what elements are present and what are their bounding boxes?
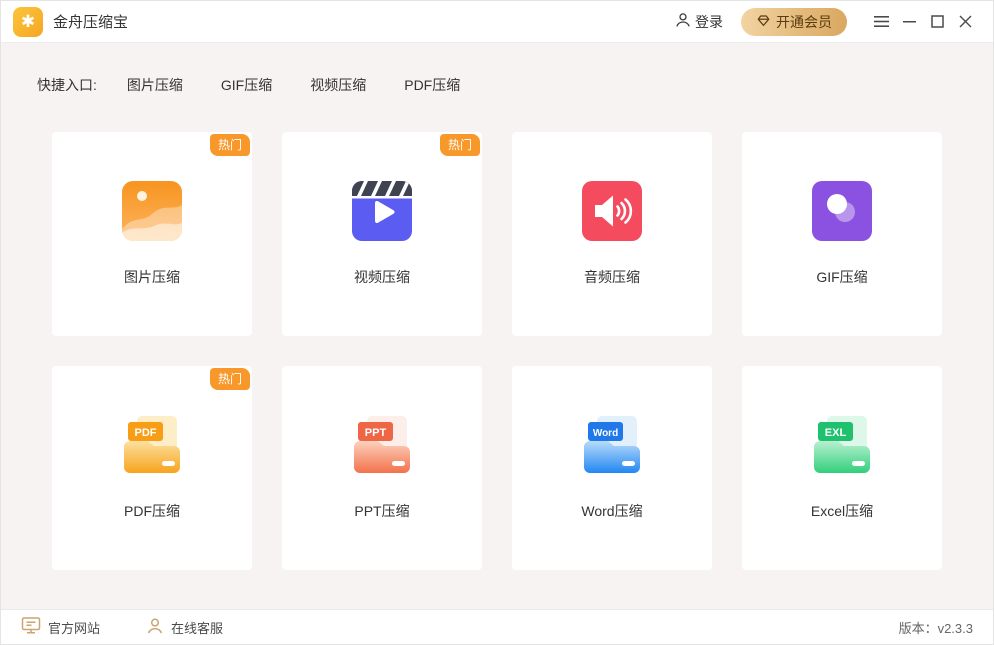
card-word-compress[interactable]: Word Word压缩 bbox=[512, 366, 712, 570]
quick-link-pdf[interactable]: PDF压缩 bbox=[404, 75, 460, 95]
card-label: 图片压缩 bbox=[124, 267, 180, 287]
user-icon bbox=[675, 12, 691, 31]
audio-icon bbox=[582, 181, 642, 246]
image-icon bbox=[122, 181, 182, 246]
svg-text:Word: Word bbox=[593, 428, 618, 439]
quick-link-video[interactable]: 视频压缩 bbox=[310, 75, 366, 95]
online-support-label: 在线客服 bbox=[171, 618, 223, 637]
svg-text:PDF: PDF bbox=[135, 427, 157, 439]
official-website-link[interactable]: 官方网站 bbox=[21, 616, 100, 638]
titlebar: ✱ 金舟压缩宝 登录 开通会员 bbox=[1, 1, 993, 43]
version-label: 版本：v2.3.3 bbox=[899, 618, 973, 637]
hot-badge: 热门 bbox=[210, 134, 250, 156]
card-label: PPT压缩 bbox=[354, 501, 409, 521]
ppt-folder-icon: PPT bbox=[351, 415, 413, 480]
titlebar-right: 登录 开通会员 bbox=[675, 8, 979, 36]
quick-entry-label: 快捷入口: bbox=[37, 75, 97, 95]
card-label: GIF压缩 bbox=[816, 267, 867, 287]
gif-icon bbox=[812, 181, 872, 246]
card-label: 音频压缩 bbox=[584, 267, 640, 287]
vip-upgrade-button[interactable]: 开通会员 bbox=[741, 8, 847, 36]
vip-label: 开通会员 bbox=[776, 12, 832, 32]
card-pdf-compress[interactable]: 热门 PDF PDF压缩 bbox=[52, 366, 252, 570]
card-video-compress[interactable]: 热门 bbox=[282, 132, 482, 336]
maximize-icon bbox=[931, 15, 944, 28]
app-window: ✱ 金舟压缩宝 登录 开通会员 bbox=[0, 0, 994, 645]
quick-link-image[interactable]: 图片压缩 bbox=[127, 75, 183, 95]
app-title: 金舟压缩宝 bbox=[53, 11, 128, 32]
card-label: Word压缩 bbox=[581, 501, 642, 521]
maximize-button[interactable] bbox=[923, 8, 951, 36]
close-button[interactable] bbox=[951, 8, 979, 36]
card-label: PDF压缩 bbox=[124, 501, 180, 521]
quick-link-gif[interactable]: GIF压缩 bbox=[221, 75, 272, 95]
word-folder-icon: Word bbox=[581, 415, 643, 480]
quick-entry-row: 快捷入口: 图片压缩 GIF压缩 视频压缩 PDF压缩 bbox=[1, 43, 993, 95]
logo-glyph: ✱ bbox=[21, 12, 35, 32]
login-button[interactable]: 登录 bbox=[675, 12, 723, 32]
card-gif-compress[interactable]: GIF压缩 bbox=[742, 132, 942, 336]
login-label: 登录 bbox=[695, 12, 723, 32]
app-logo-icon: ✱ bbox=[13, 7, 43, 37]
minimize-icon bbox=[903, 15, 916, 28]
monitor-icon bbox=[21, 616, 41, 638]
svg-text:PPT: PPT bbox=[365, 427, 387, 439]
support-person-icon bbox=[146, 617, 164, 638]
svg-text:EXL: EXL bbox=[825, 427, 847, 439]
video-icon bbox=[352, 181, 412, 246]
card-audio-compress[interactable]: 音频压缩 bbox=[512, 132, 712, 336]
card-image-compress[interactable]: 热门 bbox=[52, 132, 252, 336]
window-controls bbox=[867, 8, 979, 36]
feature-grid: 热门 bbox=[52, 132, 942, 570]
close-icon bbox=[959, 15, 972, 28]
excel-folder-icon: EXL bbox=[811, 415, 873, 480]
official-website-label: 官方网站 bbox=[48, 618, 100, 637]
card-ppt-compress[interactable]: PPT PPT压缩 bbox=[282, 366, 482, 570]
diamond-icon bbox=[756, 13, 771, 31]
footer-bar: 官方网站 在线客服 版本：v2.3.3 bbox=[1, 609, 993, 644]
hamburger-icon bbox=[874, 15, 889, 28]
main-content: 快捷入口: 图片压缩 GIF压缩 视频压缩 PDF压缩 热门 bbox=[1, 43, 993, 609]
menu-button[interactable] bbox=[867, 8, 895, 36]
card-excel-compress[interactable]: EXL Excel压缩 bbox=[742, 366, 942, 570]
online-support-link[interactable]: 在线客服 bbox=[146, 617, 223, 638]
hot-badge: 热门 bbox=[440, 134, 480, 156]
card-label: 视频压缩 bbox=[354, 267, 410, 287]
pdf-folder-icon: PDF bbox=[121, 415, 183, 480]
card-label: Excel压缩 bbox=[811, 501, 873, 521]
minimize-button[interactable] bbox=[895, 8, 923, 36]
hot-badge: 热门 bbox=[210, 368, 250, 390]
